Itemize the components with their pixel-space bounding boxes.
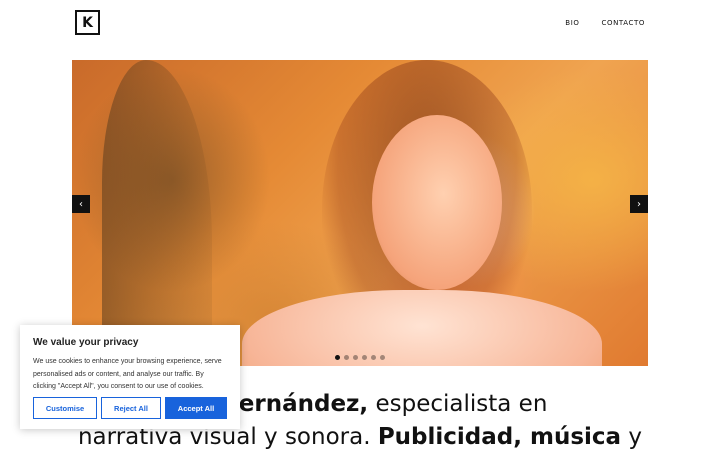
slider-dot[interactable] [344,355,349,360]
customise-button[interactable]: Customise [33,397,97,419]
main-nav: BIO CONTACTO [565,19,645,27]
background-tree [102,60,212,366]
headline-text-3: y [621,424,643,450]
cookie-buttons: Customise Reject All Accept All [33,397,227,419]
nav-contacto-link[interactable]: CONTACTO [601,19,645,27]
headline-text-1: especialista en [368,391,548,417]
slider-next-button[interactable]: › [630,195,648,213]
slider-dot[interactable] [371,355,376,360]
hero-slider-image [72,60,648,366]
nav-bio-link[interactable]: BIO [565,19,579,27]
cookie-consent-banner: We value your privacy We use cookies to … [20,325,240,429]
face-shape [372,115,502,290]
chevron-right-icon: › [637,198,641,210]
reject-all-button[interactable]: Reject All [101,397,161,419]
slider-dot[interactable] [380,355,385,360]
slider-dot[interactable] [335,355,340,360]
cookie-body-text: We use cookies to enhance your browsing … [33,358,222,390]
accept-all-button[interactable]: Accept All [165,397,227,419]
shirt-shape [242,290,602,366]
chevron-left-icon: ‹ [79,198,83,210]
slider-dot[interactable] [353,355,358,360]
headline-bold-2: Publicidad, música [377,424,622,450]
site-logo[interactable]: K [75,10,100,35]
slider-prev-button[interactable]: ‹ [72,195,90,213]
cookie-title: We value your privacy [33,337,139,348]
slider-dot[interactable] [362,355,367,360]
slider-pagination [335,355,385,360]
